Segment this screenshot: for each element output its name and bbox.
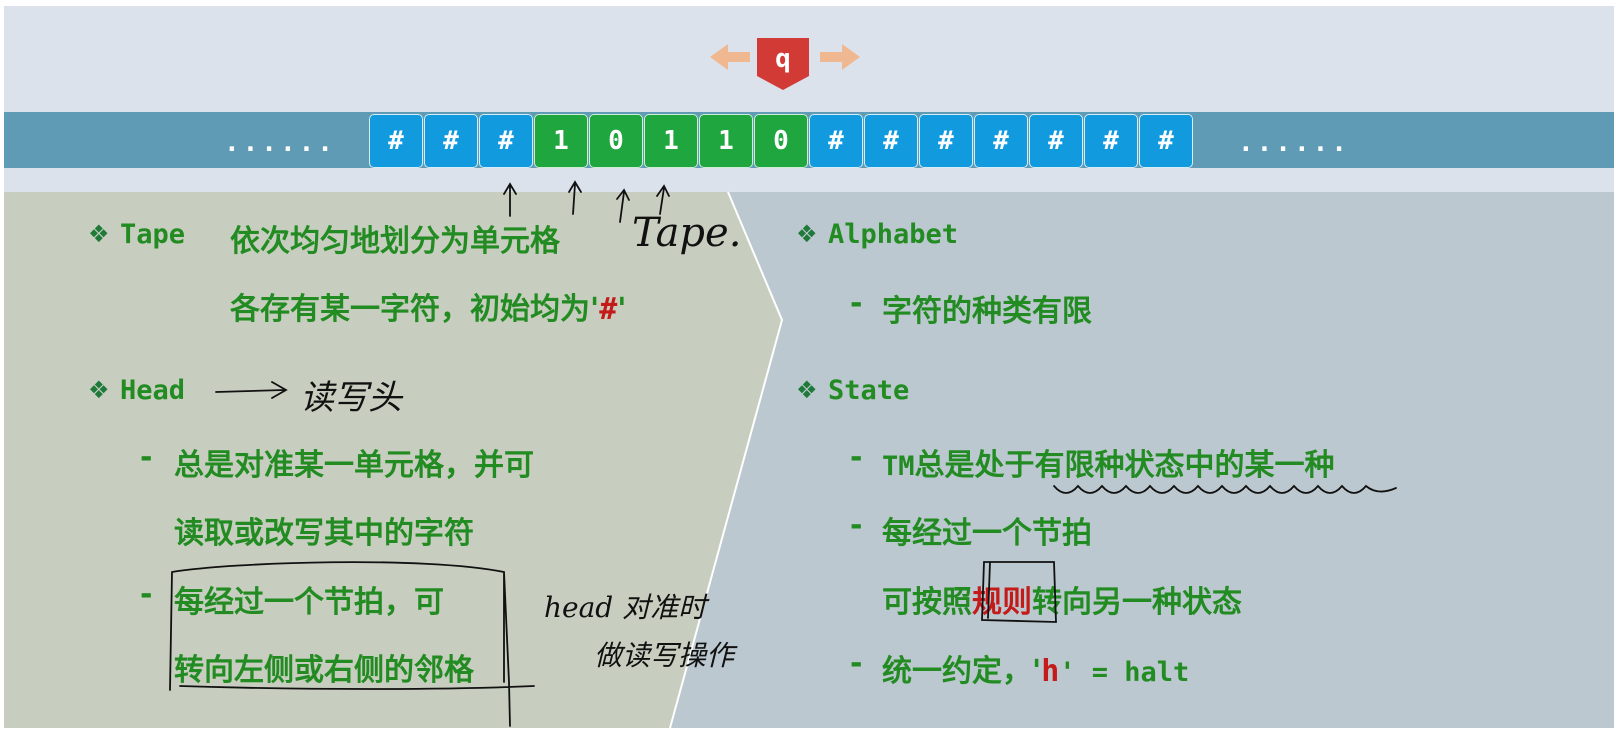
- alphabet-dash: -: [850, 286, 863, 321]
- head-dash-2: -: [140, 577, 153, 612]
- head-bullet-icon: ❖: [88, 376, 110, 404]
- tape-cell: 0: [754, 114, 808, 168]
- tape-desc-line1: 依次均匀地划分为单元格: [230, 224, 560, 259]
- state-item1: TM总是处于有限种状态中的某一种: [882, 448, 1335, 483]
- tape-cell: 1: [644, 114, 698, 168]
- state-title: State: [828, 375, 910, 406]
- head-title: Head: [120, 375, 186, 406]
- tape-desc-line2: 各存有某一字符，初始均为'#': [230, 292, 627, 327]
- head-item2-line2: 转向左侧或右侧的邻格: [174, 653, 474, 688]
- tape-cell: #: [369, 114, 423, 168]
- head-handwritten-note: 读写头: [300, 378, 402, 418]
- move-left-arrow-icon: [710, 44, 750, 70]
- tape-cell: #: [809, 114, 863, 168]
- move-right-arrow-icon: [820, 44, 860, 70]
- tape-left-ellipsis: ......: [224, 128, 336, 158]
- alphabet-bullet-icon: ❖: [796, 220, 818, 248]
- tape-title: Tape: [120, 219, 186, 250]
- head-item1-line2: 读取或改写其中的字符: [174, 516, 474, 551]
- head-marker: q: [755, 36, 811, 92]
- tape-cell: 0: [589, 114, 643, 168]
- state-dash-2: -: [850, 508, 863, 543]
- head-dash-1: -: [140, 440, 153, 475]
- tape-cell: 1: [534, 114, 588, 168]
- tape-cell: #: [1139, 114, 1193, 168]
- tape-right-ellipsis: ......: [1238, 128, 1350, 158]
- tape-cell: #: [479, 114, 533, 168]
- tape-handwritten-note: Tape.: [632, 210, 742, 256]
- head-state-label: q: [775, 44, 791, 74]
- alphabet-item: 字符的种类有限: [882, 294, 1092, 329]
- tape-cell: #: [864, 114, 918, 168]
- head-item1-line1: 总是对准某一单元格，并可: [174, 448, 534, 483]
- tape-cell: #: [424, 114, 478, 168]
- alphabet-title: Alphabet: [828, 219, 959, 250]
- state-item2-line1: 每经过一个节拍: [882, 516, 1092, 551]
- head-item2-line1: 每经过一个节拍，可: [174, 585, 444, 620]
- tape-cell: #: [974, 114, 1028, 168]
- rule-highlight: 规则: [972, 585, 1032, 620]
- slide: q ...... ...... # # #1 0 1 1 0 # # # # # # # ❖ Tape 依…: [4, 6, 1614, 728]
- state-item3: 统一约定，'h' = halt: [882, 654, 1190, 689]
- state-item2-line2: 可按照规则转向另一种状态: [882, 585, 1242, 620]
- tape-cell: #: [1084, 114, 1138, 168]
- state-bullet-icon: ❖: [796, 376, 818, 404]
- box-handwritten-note-1: head 对准时: [544, 591, 707, 624]
- tape-cell: #: [1029, 114, 1083, 168]
- tape-cell: #: [919, 114, 973, 168]
- tape-bullet-icon: ❖: [88, 220, 110, 248]
- box-handwritten-note-2: 做读写操作: [594, 639, 735, 672]
- tape-cell: 1: [699, 114, 753, 168]
- state-dash-1: -: [850, 440, 863, 475]
- state-dash-3: -: [850, 646, 863, 681]
